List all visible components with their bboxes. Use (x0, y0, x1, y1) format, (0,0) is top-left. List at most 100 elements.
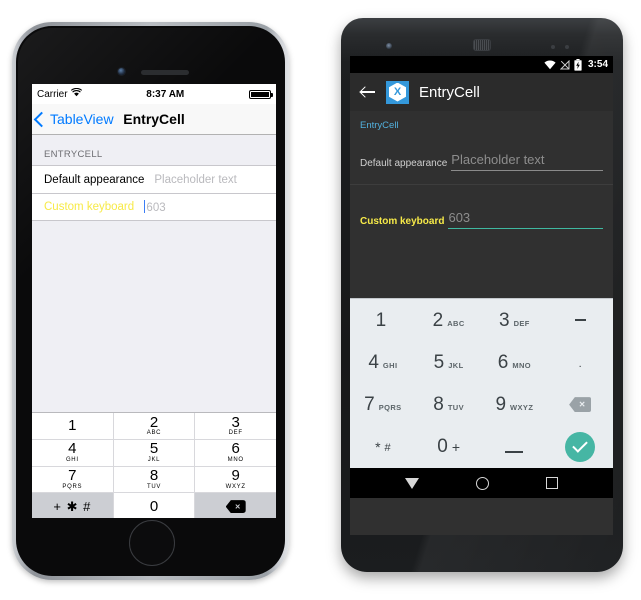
table-row[interactable]: Default appearance Placeholder text (32, 165, 276, 193)
battery-charging-icon (574, 58, 582, 71)
entry-input-custom[interactable]: 603 (448, 210, 603, 229)
key-6[interactable]: 6 MNO (482, 341, 548, 383)
key-6[interactable]: 6 MNO (195, 439, 276, 467)
backspace-icon: ✕ (569, 397, 592, 413)
key-sublabel: # (384, 442, 391, 455)
key-sublabel: WXYZ (510, 403, 534, 413)
key-label: 8 (433, 394, 444, 416)
key-9[interactable]: 9 WXYZ (195, 466, 276, 494)
android-device: 3:54 X EntryCell EntryCell Default appea… (333, 10, 631, 590)
entry-label-default: Default appearance (44, 173, 145, 186)
key-sublabel: TUV (146, 483, 162, 490)
key-sublabel: GHI (65, 457, 79, 464)
key-enter[interactable] (547, 426, 613, 468)
key-symbols[interactable]: + ✱ # (32, 493, 114, 518)
entry-label-custom: Custom keyboard (44, 201, 135, 213)
key-label: 7 (364, 394, 375, 416)
keyboard-row: + ✱ # 0 ✕ (32, 493, 276, 518)
entry-input-custom[interactable]: 603 (144, 200, 166, 214)
key-space[interactable] (482, 426, 548, 468)
key-sublabel: MNO (512, 360, 532, 370)
key-7[interactable]: 7 PQRS (350, 384, 416, 426)
key-8[interactable]: 8 TUV (416, 384, 482, 426)
key-zero-plus[interactable]: 0 + (416, 426, 482, 468)
key-sublabel: GHI (382, 360, 398, 370)
key-9[interactable]: 9 WXYZ (482, 384, 548, 426)
key-label: 3 (498, 309, 510, 331)
android-app-bar: X EntryCell (350, 73, 613, 111)
ios-status-bar: Carrier 8:37 AM (32, 84, 276, 104)
key-4[interactable]: 4 GHI (350, 341, 416, 383)
earpiece-speaker (141, 70, 189, 75)
key-sublabel: JKL (448, 360, 464, 370)
chevron-left-icon (33, 111, 50, 127)
key-3[interactable]: 3 DEF (195, 413, 276, 440)
back-button[interactable]: TableView (32, 111, 114, 127)
page-title: EntryCell (419, 83, 480, 101)
key-label: 5 (149, 440, 159, 458)
key-3[interactable]: 3 DEF (482, 299, 548, 341)
key-star-hash[interactable]: * # (350, 426, 416, 468)
keyboard-row: 4 GHI 5 JKL 6 MNO . (350, 341, 613, 383)
key-2[interactable]: 2 ABC (113, 413, 196, 440)
key-label: 4 (368, 351, 379, 373)
front-camera-icon (386, 43, 392, 49)
key-label: 5 (433, 351, 445, 373)
key-2[interactable]: 2 ABC (416, 299, 482, 341)
key-sublabel: PQRS (62, 483, 83, 490)
ios-numeric-keyboard: 1 2 ABC 3 DEF 4 GHI 5 JKL 6 MNO 7 PQRS 8… (32, 412, 276, 518)
android-clock: 3:54 (587, 59, 608, 70)
key-4[interactable]: 4 GHI (32, 439, 114, 467)
key-sublabel: MNO (227, 457, 244, 464)
android-status-bar: 3:54 (350, 56, 613, 73)
android-numeric-keyboard: 1 2 ABC 3 DEF 4 GHI 5 JKL 6 MNO . 7 PQRS… (350, 298, 613, 468)
key-1[interactable]: 1 (32, 413, 114, 440)
key-label: 9 (231, 467, 240, 485)
key-label: 1 (375, 309, 387, 331)
key-5[interactable]: 5 JKL (113, 439, 196, 467)
key-backspace[interactable]: ✕ (195, 493, 276, 518)
keyboard-row: * # 0 + (350, 426, 613, 468)
carrier-label: Carrier (37, 88, 68, 100)
iphone-device: Carrier 8:37 AM TableView EntryCell ENTR… (12, 22, 289, 580)
key-label: * (375, 438, 381, 455)
entry-input-default[interactable]: Placeholder text (154, 174, 236, 186)
nav-recents-square-icon[interactable] (546, 477, 559, 489)
key-8[interactable]: 8 TUV (113, 466, 196, 494)
key-label: 2 (149, 413, 159, 431)
key-label: 7 (68, 467, 77, 485)
key-dash[interactable] (547, 299, 613, 341)
signal-no-service-icon (559, 59, 570, 70)
dash-icon (574, 319, 586, 321)
key-sublabel: TUV (447, 403, 465, 413)
key-sublabel: JKL (147, 457, 161, 464)
wifi-icon (544, 59, 556, 70)
key-label: 2 (432, 309, 444, 331)
key-5[interactable]: 5 JKL (416, 341, 482, 383)
key-1[interactable]: 1 (350, 299, 416, 341)
check-icon (565, 431, 596, 462)
table-row[interactable]: Default appearance Placeholder text (350, 152, 613, 171)
keyboard-row: 7 PQRS 8 TUV 9 WXYZ (32, 466, 276, 494)
iphone-screen: Carrier 8:37 AM TableView EntryCell ENTR… (32, 84, 276, 518)
home-button[interactable] (128, 520, 175, 566)
entry-input-default[interactable]: Placeholder text (451, 152, 603, 171)
key-sublabel: ABC (146, 430, 162, 437)
key-period[interactable]: . (547, 341, 613, 383)
key-label: 9 (495, 394, 507, 416)
entry-label-custom: Custom keyboard (360, 215, 445, 227)
key-backspace[interactable]: ✕ (547, 384, 613, 426)
table-row[interactable]: Custom keyboard 603 (32, 193, 276, 221)
front-camera-icon (118, 68, 125, 75)
key-0[interactable]: 0 (113, 493, 196, 518)
key-label: . (578, 357, 582, 370)
android-nav-bar (350, 468, 613, 498)
battery-full-icon (249, 89, 273, 99)
space-icon (505, 450, 524, 453)
key-7[interactable]: 7 PQRS (32, 466, 114, 494)
nav-home-circle-icon[interactable] (475, 476, 489, 490)
arrow-left-icon[interactable] (360, 84, 376, 100)
table-row[interactable]: Custom keyboard 603 (350, 210, 613, 229)
ios-nav-bar: TableView EntryCell (32, 104, 276, 135)
nav-back-triangle-icon[interactable] (404, 477, 419, 489)
